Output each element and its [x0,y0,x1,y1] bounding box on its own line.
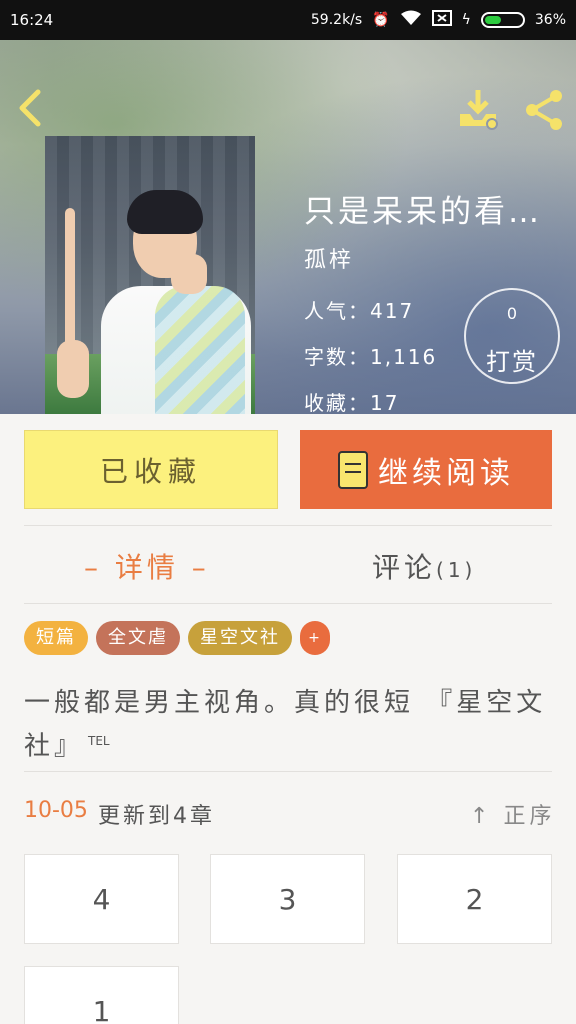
book-summary[interactable]: 一般都是男主视角。真的很短 『星空文社』 TEL [24,684,554,766]
summary-sup: TEL [88,734,110,748]
chapter-item[interactable]: 2 [397,854,552,944]
share-icon [526,90,562,130]
alarm-icon: ⏰ [372,12,390,28]
divider [24,771,552,772]
collected-button[interactable]: 已收藏 [24,430,278,509]
tab-details[interactable]: – 详情 – [84,546,210,586]
tag-list: 短篇 全文虐 星空文社 + [24,621,330,655]
chapter-number: 2 [465,882,484,916]
download-button[interactable] [456,88,500,132]
popularity-stat: 人气：417 [304,299,415,323]
chapter-number: 4 [92,882,111,916]
book-cover-image[interactable] [45,136,255,414]
collected-label: 已收藏 [99,454,202,488]
chevron-left-icon [19,89,41,127]
book-header: 16:24 59.2k/s ⏰ ϟ 36% 只是呆呆的看… 孤梓 人气：417 … [0,0,576,414]
sort-label: 正序 [503,804,556,829]
favorites-stat: 收藏：17 [304,391,400,414]
chapter-number: 3 [278,882,297,916]
word-count-stat: 字数：1,116 [304,345,438,369]
summary-text: 一般都是男主视角。真的很短 『星空文社』 [24,688,547,762]
continue-reading-label: 继续阅读 [378,455,514,491]
status-bar: 16:24 59.2k/s ⏰ ϟ 36% [0,0,576,40]
network-speed: 59.2k/s [310,12,363,28]
tag-full-angst[interactable]: 全文虐 [96,621,180,655]
continue-reading-button[interactable]: 继续阅读 [300,430,552,509]
back-button[interactable] [14,88,50,128]
arrow-up-icon: ↑ [470,804,493,829]
reward-count: 0 [506,304,518,323]
divider [24,603,552,604]
share-button[interactable] [522,88,566,132]
book-icon [338,450,368,489]
book-author[interactable]: 孤梓 [304,242,354,274]
sort-toggle[interactable]: ↑ 正序 [470,798,555,830]
update-date: 10-05 [24,798,88,823]
battery-icon [480,12,525,28]
chapter-item[interactable]: 1 [24,966,179,1024]
reward-button[interactable]: 0 打赏 [464,288,560,384]
download-icon [460,90,498,130]
battery-level: 36% [534,12,566,28]
add-tag-button[interactable]: + [300,621,330,655]
tag-publisher[interactable]: 星空文社 [188,621,292,655]
tag-short[interactable]: 短篇 [24,621,88,655]
charging-icon: ϟ [461,12,471,28]
wifi-icon [400,10,422,30]
reward-label: 打赏 [486,348,538,376]
sim-icon [431,10,452,30]
book-title: 只是呆呆的看… [304,194,542,230]
tab-comments-label: 评论 [372,551,437,584]
chapter-item[interactable]: 3 [210,854,365,944]
comments-count: (1) [436,558,477,582]
tab-comments[interactable]: 评论(1) [372,546,476,586]
divider [24,525,552,526]
chapter-item[interactable]: 4 [24,854,179,944]
status-time: 16:24 [10,11,54,29]
chapter-number: 1 [92,994,111,1024]
tab-details-label: – 详情 – [84,551,210,584]
update-text: 更新到4章 [98,804,215,829]
